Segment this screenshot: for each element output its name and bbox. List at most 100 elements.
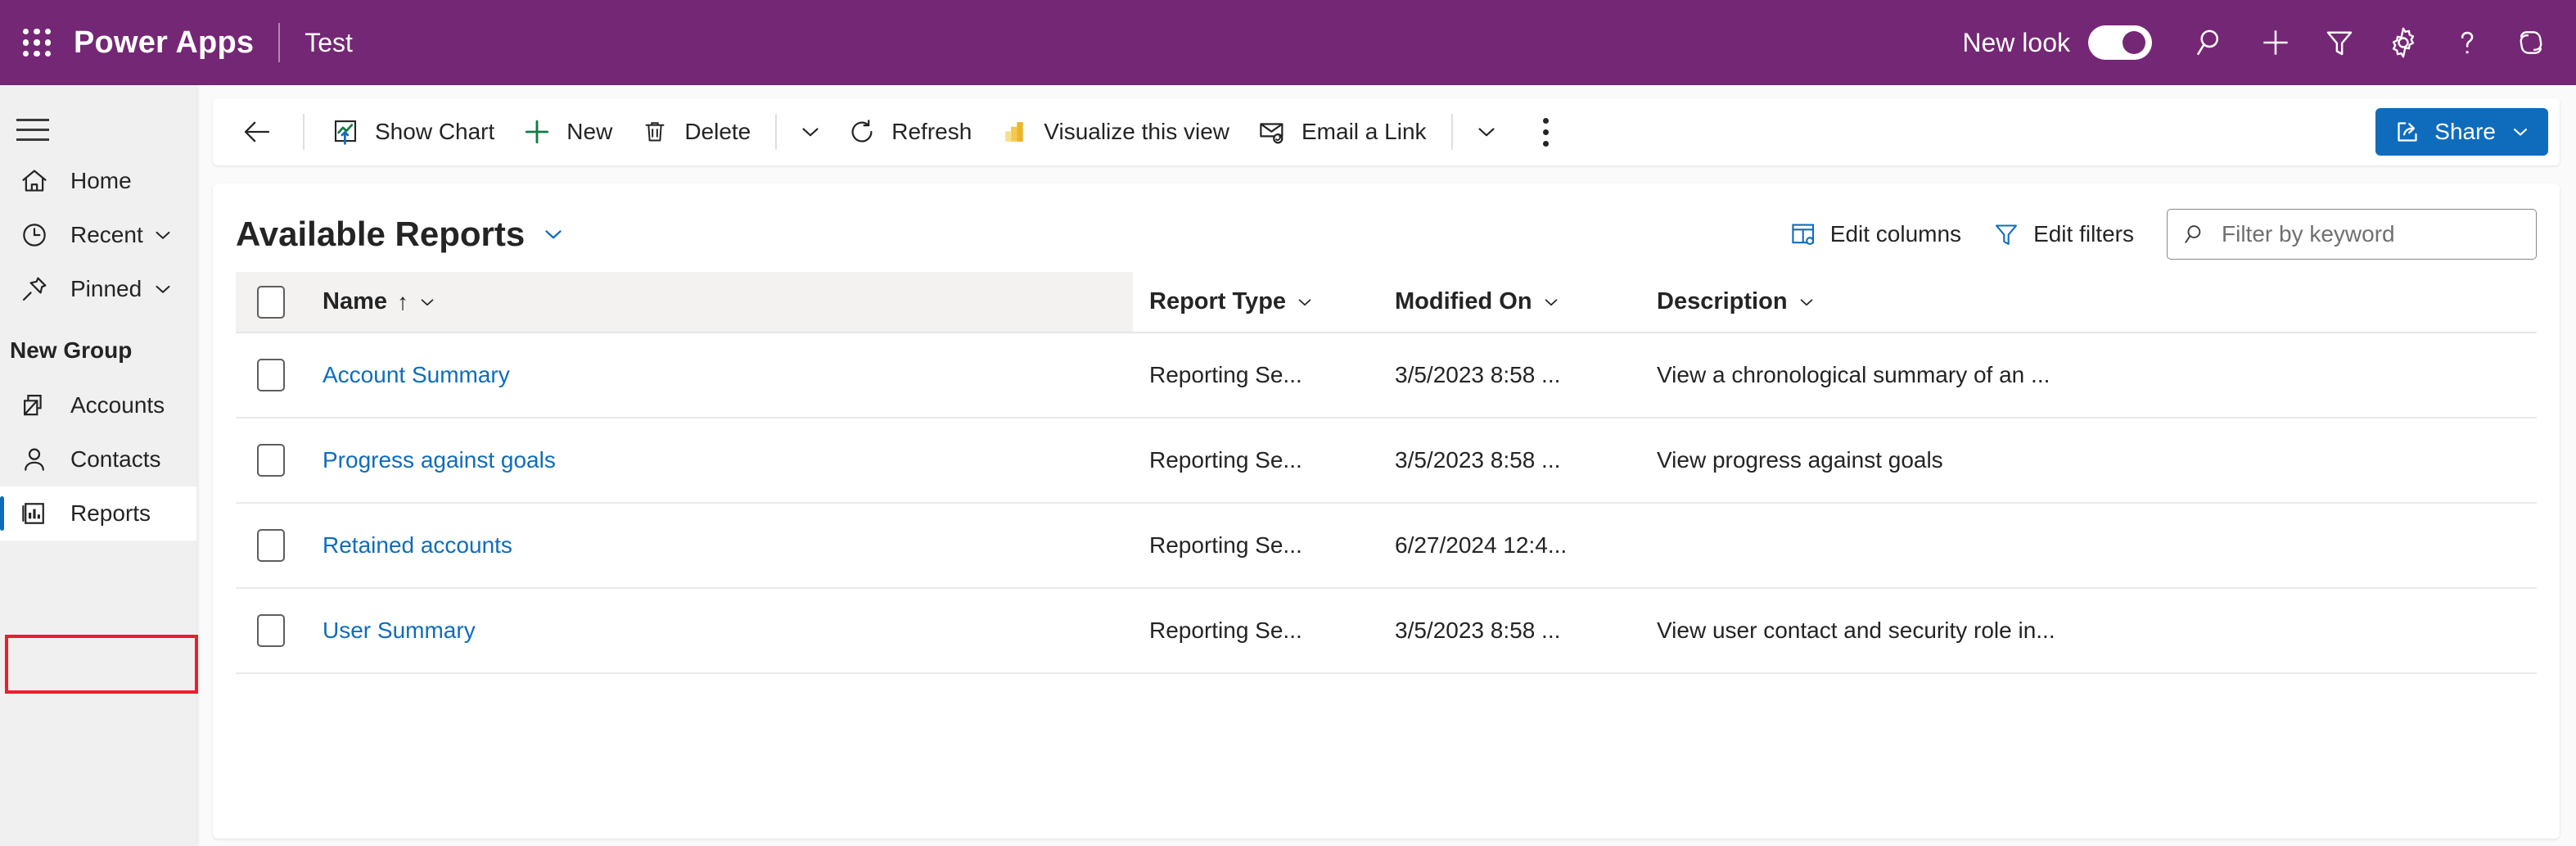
back-arrow-icon[interactable] xyxy=(234,109,280,155)
cell-modified-on: 6/27/2024 12:4... xyxy=(1378,503,1640,588)
command-bar: Show Chart New Delete xyxy=(213,98,2560,165)
new-look-label: New look xyxy=(1962,28,2070,58)
plus-icon[interactable] xyxy=(2244,11,2308,75)
brand-title[interactable]: Power Apps xyxy=(74,25,254,61)
sidebar-item-home[interactable]: Home xyxy=(0,154,196,208)
row-select-cell[interactable] xyxy=(236,333,306,418)
search-icon xyxy=(2182,220,2208,248)
report-link[interactable]: User Summary xyxy=(306,618,476,643)
filter-icon[interactable] xyxy=(2308,11,2371,75)
sidebar-item-label: Accounts xyxy=(70,392,165,418)
cell-report-type: Reporting Se... xyxy=(1133,503,1378,588)
chevron-down-icon[interactable] xyxy=(1796,292,1817,313)
copilot-icon[interactable] xyxy=(2499,11,2563,75)
delete-label: Delete xyxy=(684,119,751,145)
new-button[interactable]: New xyxy=(508,107,625,156)
row-checkbox[interactable] xyxy=(257,444,285,477)
refresh-label: Refresh xyxy=(891,119,972,145)
more-vertical-icon[interactable] xyxy=(1523,107,1569,156)
share-button[interactable]: Share xyxy=(2375,108,2548,156)
column-header-label: Modified On xyxy=(1395,288,1532,315)
select-all-checkbox[interactable] xyxy=(257,286,285,319)
row-select-cell[interactable] xyxy=(236,418,306,503)
column-header-name[interactable]: Name ↑ xyxy=(306,272,1133,333)
cell-modified-on: 3/5/2023 8:58 ... xyxy=(1378,333,1640,418)
app-header: Power Apps Test New look xyxy=(0,0,2576,85)
new-label: New xyxy=(566,119,612,145)
email-a-link-button[interactable]: Email a Link xyxy=(1243,107,1440,156)
table-body: Account Summary Reporting Se... 3/5/2023… xyxy=(236,333,2537,673)
row-select-cell[interactable] xyxy=(236,503,306,588)
refresh-button[interactable]: Refresh xyxy=(832,107,985,156)
chevron-down-icon[interactable] xyxy=(1294,292,1315,313)
search-input[interactable] xyxy=(2222,221,2521,247)
delete-overflow-chevron-icon[interactable] xyxy=(788,107,832,156)
cell-report-type: Reporting Se... xyxy=(1133,333,1378,418)
search-icon[interactable] xyxy=(2180,11,2244,75)
report-link[interactable]: Progress against goals xyxy=(306,447,556,473)
view-header: Available Reports xyxy=(236,183,2537,272)
edit-filters-button[interactable]: Edit filters xyxy=(1976,211,2149,257)
view-selector[interactable]: Available Reports xyxy=(236,215,567,254)
visualize-this-view-button[interactable]: Visualize this view xyxy=(985,107,1243,156)
cell-name[interactable]: User Summary xyxy=(306,588,1133,673)
view-header-actions: Edit columns Edit filters xyxy=(1773,209,2537,260)
new-look-toggle[interactable] xyxy=(2088,25,2152,60)
trash-icon xyxy=(638,115,671,148)
sidebar-item-label: Home xyxy=(70,168,132,194)
sidebar-item-reports[interactable]: Reports xyxy=(0,486,196,541)
table-row[interactable]: User Summary Reporting Se... 3/5/2023 8:… xyxy=(236,588,2537,673)
edit-columns-icon xyxy=(1788,219,1819,250)
help-icon[interactable] xyxy=(2435,11,2499,75)
cell-description: View progress against goals xyxy=(1640,418,2537,503)
filter-by-keyword-box[interactable] xyxy=(2167,209,2537,260)
sidebar-item-accounts[interactable]: Accounts xyxy=(0,378,196,432)
command-overflow-chevron-icon[interactable] xyxy=(1464,107,1509,156)
reports-highlight-annotation xyxy=(5,635,198,694)
sidebar-item-contacts[interactable]: Contacts xyxy=(0,432,196,486)
command-bar-divider xyxy=(775,114,777,150)
row-select-cell[interactable] xyxy=(236,588,306,673)
header-divider xyxy=(278,23,280,62)
cell-report-type: Reporting Se... xyxy=(1133,418,1378,503)
cell-description xyxy=(1640,503,2537,588)
chevron-down-icon[interactable] xyxy=(2509,120,2532,143)
chevron-down-icon[interactable] xyxy=(539,220,567,248)
column-header-label: Report Type xyxy=(1149,288,1286,315)
column-header-modified-on[interactable]: Modified On xyxy=(1378,272,1640,333)
email-link-icon xyxy=(1256,115,1288,148)
cell-name[interactable]: Progress against goals xyxy=(306,418,1133,503)
share-label: Share xyxy=(2434,119,2496,145)
sidebar-item-recent[interactable]: Recent xyxy=(0,208,196,262)
column-header-report-type[interactable]: Report Type xyxy=(1133,272,1378,333)
row-checkbox[interactable] xyxy=(257,614,285,647)
select-all-header[interactable] xyxy=(236,272,306,333)
main-content: Show Chart New Delete xyxy=(196,85,2576,846)
show-chart-button[interactable]: Show Chart xyxy=(316,107,508,156)
chevron-down-icon[interactable] xyxy=(1541,292,1562,313)
row-checkbox[interactable] xyxy=(257,529,285,562)
column-header-description[interactable]: Description xyxy=(1640,272,2537,333)
table-row[interactable]: Retained accounts Reporting Se... 6/27/2… xyxy=(236,503,2537,588)
chevron-down-icon[interactable] xyxy=(417,292,438,313)
table-row[interactable]: Account Summary Reporting Se... 3/5/2023… xyxy=(236,333,2537,418)
edit-columns-button[interactable]: Edit columns xyxy=(1773,211,1976,257)
chevron-down-icon[interactable] xyxy=(151,223,175,247)
row-checkbox[interactable] xyxy=(257,359,285,391)
email-a-link-label: Email a Link xyxy=(1302,119,1427,145)
hamburger-icon[interactable] xyxy=(16,105,65,154)
report-link[interactable]: Account Summary xyxy=(306,362,510,387)
app-name[interactable]: Test xyxy=(305,28,353,58)
filter-icon xyxy=(1991,219,2022,250)
cell-name[interactable]: Retained accounts xyxy=(306,503,1133,588)
chevron-down-icon[interactable] xyxy=(151,277,175,301)
delete-button[interactable]: Delete xyxy=(625,107,764,156)
gear-icon[interactable] xyxy=(2371,11,2435,75)
app-launcher-icon[interactable] xyxy=(18,24,56,61)
cell-name[interactable]: Account Summary xyxy=(306,333,1133,418)
sidebar-item-pinned[interactable]: Pinned xyxy=(0,262,196,316)
table-row[interactable]: Progress against goals Reporting Se... 3… xyxy=(236,418,2537,503)
report-link[interactable]: Retained accounts xyxy=(306,532,512,558)
page-title: Available Reports xyxy=(236,215,525,254)
powerbi-icon xyxy=(998,115,1031,148)
